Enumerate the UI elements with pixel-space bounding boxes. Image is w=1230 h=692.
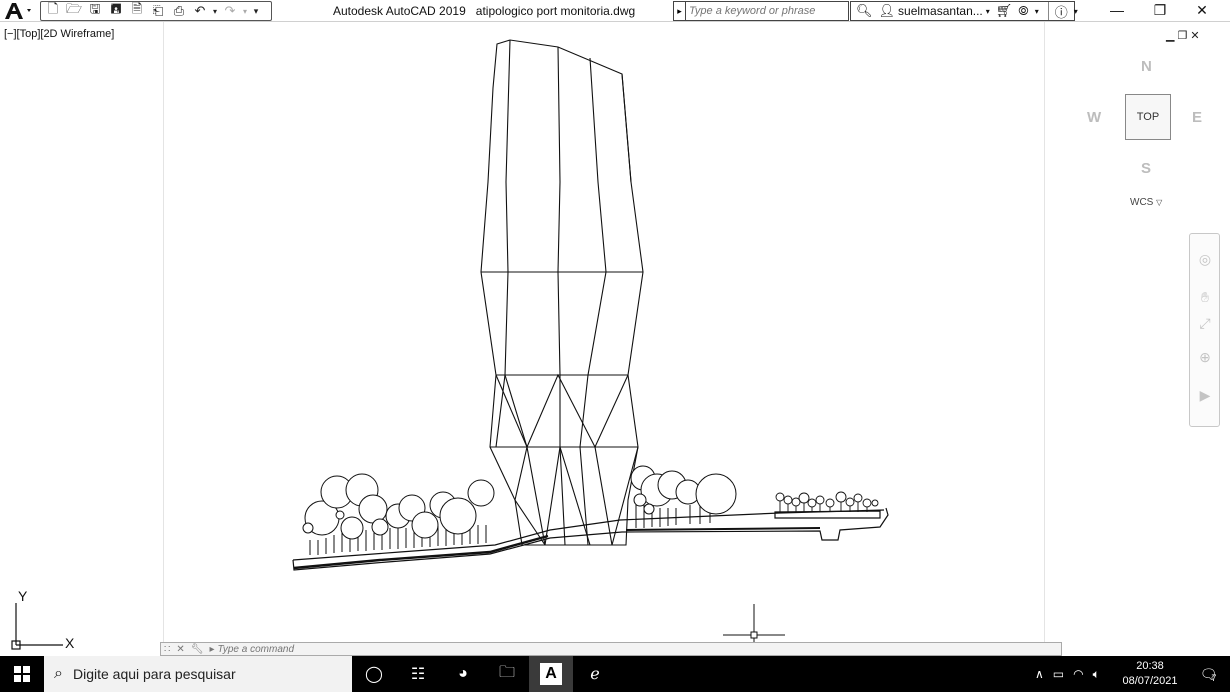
export-icon[interactable]: ⎗ [148,2,168,20]
ucs-x-label: X [65,635,75,651]
drawing-canvas[interactable] [0,22,1040,642]
save-as-icon[interactable]: 🖪 [106,1,126,20]
new-file-icon[interactable]: 🗋 [43,1,63,20]
restore-icon[interactable]: ❐ [1140,0,1180,20]
viewcube-east[interactable]: E [1192,109,1202,126]
quick-access-toolbar: 🗋 🗁 🖫 🖪 🗎 ⎗ ⎙ ↶ ▾ ↷ ▾ ▾ [40,1,272,21]
start-button[interactable] [0,656,44,692]
undo-icon[interactable]: ↶ [190,2,210,20]
ucs-icon: Y X [11,588,75,651]
chevron-down-icon: ▽ [1156,198,1163,207]
search-icon: ⌕ [54,665,63,682]
volume-icon[interactable]: 🔈︎ [1093,667,1100,682]
autodesk-a360-icon[interactable]: ⦾ [1015,2,1031,20]
autocad-taskbar-icon[interactable]: A [529,656,573,692]
tower-drawing [480,39,644,546]
file-name: atipologico port monitoria.dwg [475,4,636,18]
customize-wrench-icon[interactable]: 🔧︎ [188,644,207,655]
grip-icon[interactable]: ∷ [161,644,173,655]
trees-left [302,473,495,555]
binoculars-search-icon[interactable]: 🔍︎ [853,2,876,20]
file-explorer-icon[interactable]: 🗀︎ [485,656,529,692]
viewcube-top-face[interactable]: TOP [1125,94,1171,140]
save-icon[interactable]: 🖫 [85,1,105,20]
help-search: ▸ [673,1,849,21]
user-name[interactable]: suelmasantan... [898,4,983,18]
command-prompt-icon[interactable]: ▸ [206,644,217,655]
infocenter-toolbar: 🔍︎ 👤︎ suelmasantan... ▾ 🛒︎ ⦾ ▾ ⓘ ▾ [850,1,1078,21]
clock-time: 20:38 [1136,660,1164,672]
wcs-menu[interactable]: WCS ▽ [1130,197,1162,208]
taskbar-search-box[interactable]: ⌕ Digite aqui para pesquisar [44,656,352,692]
help-dropdown-icon[interactable]: ▾ [1071,2,1081,20]
command-line: ∷ ✕ 🔧︎ ▸ [160,642,1062,656]
viewport-divider [1044,22,1045,642]
viewcube-west[interactable]: W [1087,109,1101,126]
navigation-bar: ◎ ✋︎ ⤢ ⊕ ▶︎ [1189,233,1220,427]
chevron-up-icon[interactable]: ∧ [1035,667,1044,681]
wcs-label: WCS [1130,197,1154,208]
notification-count: 7 [1211,673,1217,683]
cortana-icon[interactable]: ◯ [352,656,396,692]
windows-logo-icon [14,666,30,682]
redo-dropdown-icon[interactable]: ▾ [241,2,249,20]
user-icon[interactable]: 👤︎ [876,2,899,20]
open-folder-icon[interactable]: 🗁 [64,1,84,20]
viewcube-north[interactable]: N [1141,58,1152,75]
edge-icon[interactable]: ℯ [573,656,617,692]
cart-icon[interactable]: 🛒︎ [993,2,1016,20]
clock-date: 08/07/2021 [1122,675,1178,687]
taskbar-clock[interactable]: 20:38 08/07/2021 [1118,659,1182,689]
redo-icon[interactable]: ↷ [220,2,240,20]
user-dropdown-icon[interactable]: ▾ [983,2,993,20]
close-icon[interactable]: ✕ [1182,0,1222,20]
print-icon[interactable]: ⎙ [169,2,189,20]
showmotion-icon[interactable]: ▶︎ [1194,384,1216,406]
drawing-restore-icon[interactable]: ❐ [1177,29,1187,42]
trees-platform [775,491,879,512]
zoom-extents-icon[interactable]: ⤢ [1194,312,1216,334]
drawing-close-icon[interactable]: ✕ [1190,29,1199,42]
window-title: Autodesk AutoCAD 2019 atipologico port mo… [333,4,635,18]
app-name: Autodesk AutoCAD 2019 [333,4,466,18]
application-menu-button[interactable] [0,0,36,21]
crosshair-cursor [723,604,785,642]
search-input[interactable] [686,3,844,19]
taskbar-search-text: Digite aqui para pesquisar [72,666,236,682]
minimize-icon[interactable]: — [1097,0,1137,20]
customize-toolbar-icon[interactable]: ▾ [250,2,262,20]
publish-icon[interactable]: 🗎 [127,1,147,20]
battery-icon[interactable]: ▭ [1053,667,1064,681]
undo-dropdown-icon[interactable]: ▾ [211,2,219,20]
title-bar: 🗋 🗁 🖫 🖪 🗎 ⎗ ⎙ ↶ ▾ ↷ ▾ ▾ Autodesk AutoCAD… [0,0,1230,22]
search-expand-icon[interactable]: ▸ [674,2,686,20]
drawing-window-controls: ▁ ❐ ✕ [1166,29,1200,42]
notification-center-icon[interactable]: 🗨︎ 7 [1190,656,1226,692]
orbit-icon[interactable]: ⊕ [1194,346,1216,368]
steering-wheel-icon[interactable]: ◎ [1194,248,1216,270]
autocad-logo-icon [5,2,31,19]
viewcube-south[interactable]: S [1141,160,1151,177]
windows-taskbar: ⌕ Digite aqui para pesquisar ◯ ☷ ◕ 🗀︎ A … [0,656,1230,692]
system-tray: ∧ ▭ ◠ 🔈︎ [1035,656,1100,692]
close-command-icon[interactable]: ✕ [173,644,187,655]
task-view-icon[interactable]: ☷ [396,656,440,692]
drawing-minimize-icon[interactable]: ▁ [1166,29,1174,42]
ucs-y-label: Y [18,588,28,604]
help-icon[interactable]: ⓘ [1047,2,1071,20]
chrome-icon[interactable]: ◕ [441,656,485,692]
pan-hand-icon[interactable]: ✋︎ [1194,286,1216,308]
wifi-icon[interactable]: ◠ [1073,667,1083,681]
command-input[interactable] [217,643,918,655]
a360-dropdown-icon[interactable]: ▾ [1032,2,1042,20]
